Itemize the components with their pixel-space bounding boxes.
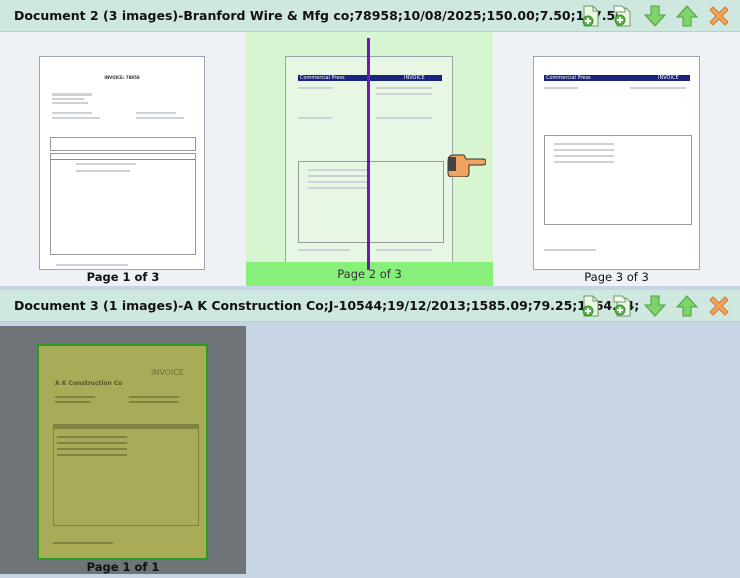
document-2-move-down-button[interactable] — [643, 4, 667, 28]
page-thumbnail-3[interactable]: Commercial Press INVOICE Page 3 of 3 — [493, 32, 740, 286]
invoice-title: INVOICE: 78958 — [104, 75, 140, 80]
move-up-icon — [675, 295, 699, 317]
invoice-word: INVOICE — [658, 75, 679, 81]
company-name: Commercial Press — [300, 75, 345, 81]
add-page-icon — [582, 295, 599, 317]
document-3-title: Document 3 (1 images)-A K Construction C… — [14, 298, 640, 313]
page-3-label: Page 3 of 3 — [584, 270, 649, 284]
drop-position-cursor — [367, 38, 370, 270]
insert-page-icon — [613, 5, 631, 27]
document-3-move-down-button[interactable] — [643, 294, 667, 318]
page-image: INVOICE A K Construction Co — [37, 344, 208, 560]
document-2-title: Document 2 (3 images)-Branford Wire & Mf… — [14, 8, 629, 23]
page-thumbnail-1[interactable]: INVOICE: 78958 Page 1 of 3 — [0, 32, 246, 286]
invoice-word: INVOICE — [404, 75, 425, 81]
add-page-icon — [582, 5, 599, 27]
document-3-header: Document 3 (1 images)-A K Construction C… — [0, 290, 740, 322]
document-2-header: Document 2 (3 images)-Branford Wire & Mf… — [0, 0, 740, 32]
document-3-delete-button[interactable] — [707, 294, 731, 318]
move-down-icon — [643, 295, 667, 317]
document-2-add-page-button[interactable] — [579, 4, 603, 28]
page-thumbnail-doc3-1[interactable]: INVOICE A K Construction Co Page 1 of 1 — [0, 326, 246, 574]
document-3-pages: INVOICE A K Construction Co Page 1 of 1 — [0, 322, 740, 578]
page-image: Commercial Press INVOICE — [533, 56, 700, 270]
ak-company-name: A K Construction Co — [55, 380, 123, 387]
document-2-insert-page-button[interactable] — [610, 4, 634, 28]
delete-icon — [709, 296, 729, 316]
delete-icon — [709, 6, 729, 26]
document-3-move-up-button[interactable] — [675, 294, 699, 318]
document-2-delete-button[interactable] — [707, 4, 731, 28]
doc3-page-1-label: Page 1 of 1 — [86, 560, 160, 574]
document-2-pages: INVOICE: 78958 Page 1 of 3 Commercial Pr… — [0, 32, 740, 286]
invoice-word: INVOICE — [151, 368, 184, 377]
move-down-icon — [643, 5, 667, 27]
page-1-label: Page 1 of 3 — [86, 270, 160, 284]
move-up-icon — [675, 5, 699, 27]
document-2-move-up-button[interactable] — [675, 4, 699, 28]
pointing-hand-icon — [447, 154, 486, 177]
company-name: Commercial Press — [546, 75, 591, 81]
insert-page-icon — [613, 295, 631, 317]
page-image: INVOICE: 78958 — [39, 56, 205, 270]
document-3-insert-page-button[interactable] — [610, 294, 634, 318]
document-3-add-page-button[interactable] — [579, 294, 603, 318]
